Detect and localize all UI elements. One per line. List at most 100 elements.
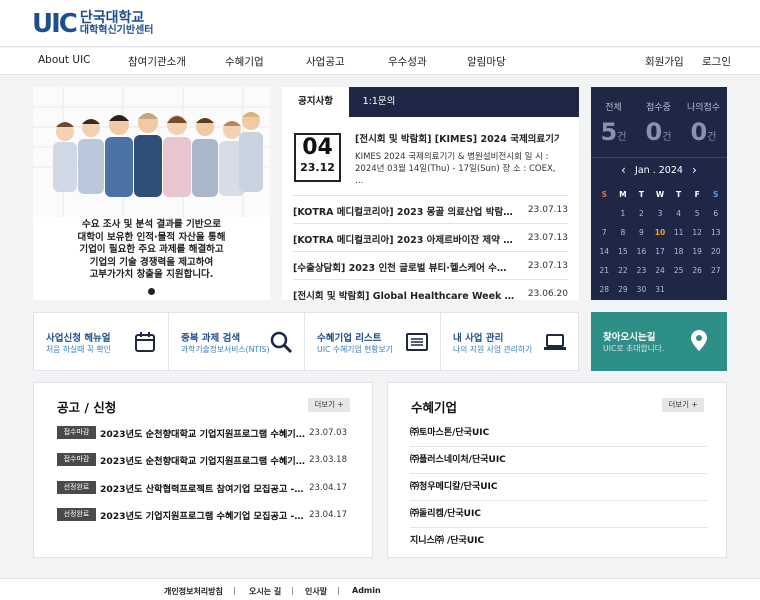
stat-total-value[interactable]: 5건 <box>591 118 636 146</box>
tab-inquiry[interactable]: 1:1문의 <box>349 87 409 117</box>
quick-link-title: 내 사업 관리 <box>453 333 504 344</box>
quick-link-manual[interactable]: 사업신청 헤뉴얼 처음 하실때 꼭 확인 <box>34 313 169 370</box>
company-name[interactable]: 지니스㈜ /단국UIC <box>410 533 484 546</box>
calendar-day[interactable]: 26 <box>688 261 707 280</box>
calendar-day[interactable]: 17 <box>651 242 670 261</box>
site-logo[interactable]: UIC 단국대학교 대학혁신기반센터 <box>32 11 153 37</box>
calendar-day[interactable]: 30 <box>632 280 651 299</box>
footer-admin-link[interactable]: Admin <box>352 586 381 595</box>
notice-title[interactable]: [전시회 및 박람회] Global Healthcare Week 2023 … <box>293 288 515 302</box>
announcement-date: 23.04.17 <box>309 483 347 493</box>
calendar-day[interactable]: 15 <box>614 242 633 261</box>
calendar-day[interactable]: 5 <box>688 204 707 223</box>
calendar-day[interactable]: 14 <box>595 242 614 261</box>
calendar-day[interactable]: 1 <box>614 204 633 223</box>
calendar-day[interactable]: 2 <box>632 204 651 223</box>
quick-link-sub: 나의 지원 사업 관리하기 <box>453 345 533 354</box>
featured-body-line: … <box>355 176 364 186</box>
featured-title[interactable]: [전시회 및 박람회] [KIMES] 2024 국제의료기기 … <box>355 131 560 145</box>
calendar-day[interactable]: 9 <box>632 223 651 242</box>
footer-privacy-link[interactable]: 개인정보처리방침 <box>164 586 223 597</box>
hero-pagination-dot[interactable] <box>148 288 155 295</box>
nav-item-companies[interactable]: 수혜기업 <box>225 54 264 69</box>
hero-caption: 수요 조사 및 분석 결과를 기반으로 대학이 보유한 인적·물적 자산을 통해… <box>33 219 270 282</box>
calendar-day[interactable]: 20 <box>706 242 725 261</box>
calendar-day[interactable]: 7 <box>595 223 614 242</box>
announcement-title[interactable]: 2023년도 산학협력프로젝트 참여기업 모집공고 - 단… <box>100 481 306 495</box>
nav-item-achievements[interactable]: 우수성과 <box>388 54 427 69</box>
announcement-row[interactable]: 접수마감 2023년도 순천향대학교 기업지원프로그램 수혜기업 … 23.03… <box>57 451 352 469</box>
announcement-title[interactable]: 2023년도 순천향대학교 기업지원프로그램 수혜기업 … <box>100 426 306 440</box>
application-stats: 전체 접수중 나의접수 5건 0건 0건 ‹ Jan . 2024 › SMTW… <box>591 87 727 300</box>
company-row[interactable]: 지니스㈜ /단국UIC <box>410 528 708 555</box>
stat-open-value[interactable]: 0건 <box>636 118 681 146</box>
company-name[interactable]: ㈜돌리켐/단국UIC <box>410 506 481 519</box>
calendar-day[interactable]: 29 <box>614 280 633 299</box>
calendar-day[interactable]: 21 <box>595 261 614 280</box>
footer-directions-link[interactable]: 오시는 길 <box>249 586 281 597</box>
notice-date: 23.06.20 <box>527 289 568 299</box>
nav-item-institutions[interactable]: 참여기관소개 <box>128 54 186 69</box>
calendar-day[interactable]: 23 <box>632 261 651 280</box>
quick-link-company-list[interactable]: 수혜기업 리스트 UIC 수혜기업 현황보기 <box>305 313 441 370</box>
calendar-day[interactable]: 31 <box>651 280 670 299</box>
calendar-day[interactable]: 27 <box>706 261 725 280</box>
announcement-row[interactable]: 선정완료 2023년도 기업지원프로그램 수혜기업 모집공고 - 단… 23.0… <box>57 506 352 524</box>
calendar-day[interactable]: 22 <box>614 261 633 280</box>
calendar-day[interactable]: 10 <box>651 223 670 242</box>
tab-notices[interactable]: 공지사항 <box>282 87 349 117</box>
announcements-more-button[interactable]: 더보기 + <box>308 398 350 412</box>
calendar-day[interactable]: 13 <box>706 223 725 242</box>
calendar-day[interactable]: 24 <box>651 261 670 280</box>
company-name[interactable]: ㈜청우메디칼/단국UIC <box>410 479 498 492</box>
calendar-day[interactable]: 18 <box>669 242 688 261</box>
nav-item-about[interactable]: About UIC <box>38 54 91 66</box>
company-row[interactable]: ㈜플러스네이처/단국UIC <box>410 447 708 474</box>
company-row[interactable]: ㈜청우메디칼/단국UIC <box>410 474 708 501</box>
notice-row[interactable]: [KOTRA 메디컬코리아] 2023 아제르바이잔 제약 의료기… 23.07… <box>293 223 568 251</box>
announcement-title[interactable]: 2023년도 기업지원프로그램 수혜기업 모집공고 - 단… <box>100 508 306 522</box>
laptop-icon <box>544 334 566 350</box>
calendar-day[interactable]: 11 <box>669 223 688 242</box>
notice-title[interactable]: [KOTRA 메디컬코리아] 2023 아제르바이잔 제약 의료기… <box>293 232 515 246</box>
login-link[interactable]: 로그인 <box>702 54 731 69</box>
announcement-row[interactable]: 접수마감 2023년도 순천향대학교 기업지원프로그램 수혜기업 … 23.07… <box>57 424 352 442</box>
calendar-day[interactable]: 12 <box>688 223 707 242</box>
calendar-next-icon[interactable]: › <box>692 163 697 177</box>
calendar-day[interactable]: 3 <box>651 204 670 223</box>
list-icon <box>406 333 428 351</box>
stat-mine-value[interactable]: 0건 <box>681 118 726 146</box>
notice-row[interactable]: [KOTRA 메디컬코리아] 2023 몽골 의료산업 박람회 연계… 23.0… <box>293 195 568 223</box>
nav-item-notices[interactable]: 알림마당 <box>467 54 506 69</box>
notice-row[interactable]: [수출상담회] 2023 인천 글로벌 뷰티·헬스케어 수출상… 23.07.1… <box>293 251 568 279</box>
company-row[interactable]: ㈜토마스톤/단국UIC <box>410 420 708 447</box>
location-link[interactable]: 찾아오시는길 UIC로 초대합니다. <box>591 312 727 371</box>
notice-title[interactable]: [수출상담회] 2023 인천 글로벌 뷰티·헬스케어 수출상… <box>293 260 515 274</box>
announcement-title[interactable]: 2023년도 순천향대학교 기업지원프로그램 수혜기업 … <box>100 453 306 467</box>
stat-mine-unit: 건 <box>707 132 717 143</box>
calendar-weekday: S <box>601 190 607 199</box>
calendar-day[interactable]: 16 <box>632 242 651 261</box>
announcement-row[interactable]: 선정완료 2023년도 산학협력프로젝트 참여기업 모집공고 - 단… 23.0… <box>57 479 352 497</box>
calendar-day[interactable]: 19 <box>688 242 707 261</box>
calendar-day[interactable]: 28 <box>595 280 614 299</box>
nav-item-announcements[interactable]: 사업공고 <box>306 54 345 69</box>
quick-link-my-projects[interactable]: 내 사업 관리 나의 지원 사업 관리하기 <box>441 313 578 370</box>
quick-links: 사업신청 헤뉴얼 처음 하실때 꼭 확인 중복 과제 검색 과학기술정보서비스(… <box>33 312 579 371</box>
company-row[interactable]: ㈜돌리켐/단국UIC <box>410 501 708 528</box>
calendar-day[interactable]: 8 <box>614 223 633 242</box>
hero-banner[interactable]: 수요 조사 및 분석 결과를 기반으로 대학이 보유한 인적·물적 자산을 통해… <box>33 87 270 300</box>
hero-caption-line: 기업이 필요한 주요 과제를 해결하고 <box>79 244 224 255</box>
notice-title[interactable]: [KOTRA 메디컬코리아] 2023 몽골 의료산업 박람회 연계… <box>293 204 515 218</box>
notice-row[interactable]: [전시회 및 박람회] Global Healthcare Week 2023 … <box>293 279 568 302</box>
calendar-day[interactable]: 25 <box>669 261 688 280</box>
footer-greeting-link[interactable]: 인사말 <box>305 586 327 597</box>
companies-more-button[interactable]: 더보기 + <box>662 398 704 412</box>
calendar-day[interactable]: 6 <box>706 204 725 223</box>
quick-link-duplicate-search[interactable]: 중복 과제 검색 과학기술정보서비스(NTIS) <box>169 313 305 370</box>
join-link[interactable]: 회원가입 <box>645 54 684 69</box>
company-name[interactable]: ㈜토마스톤/단국UIC <box>410 425 489 438</box>
calendar-day[interactable]: 4 <box>669 204 688 223</box>
company-name[interactable]: ㈜플러스네이처/단국UIC <box>410 452 506 465</box>
companies-title: 수혜기업 <box>411 400 458 415</box>
